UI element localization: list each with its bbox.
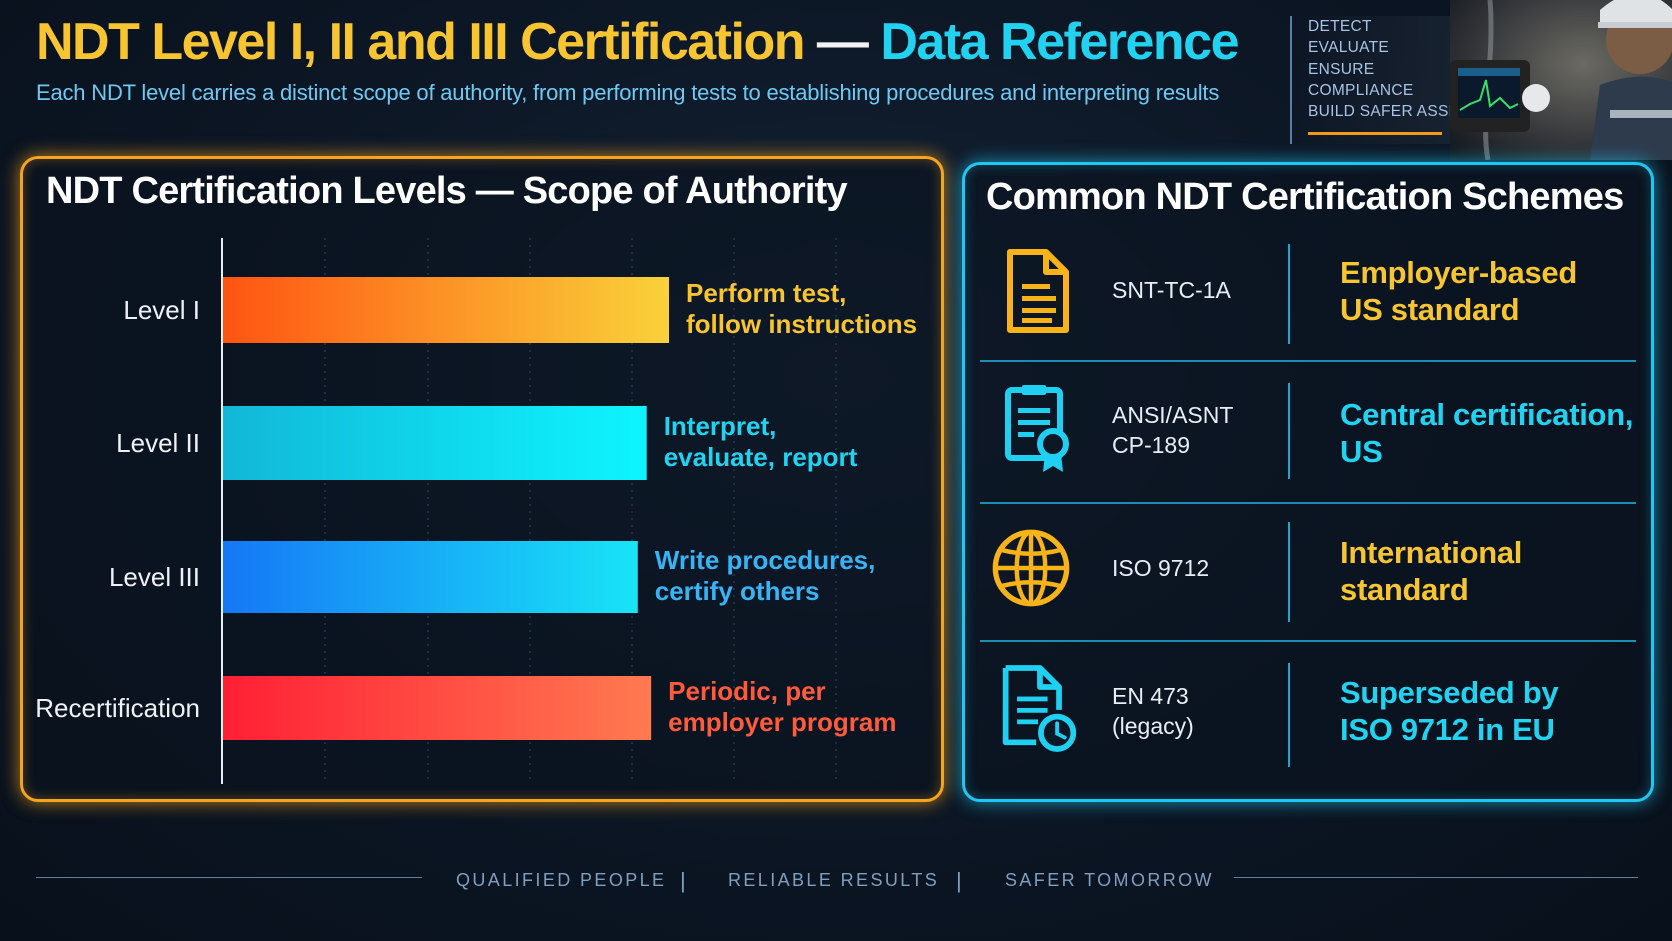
scheme-description: Employer-based US standard [1340, 254, 1577, 328]
scheme-description: Superseded by ISO 9712 in EU [1340, 674, 1559, 748]
bar-level-ii [223, 406, 647, 480]
scheme-name: ISO 9712 [1112, 553, 1209, 583]
bar-annotation: certify others [655, 576, 820, 606]
document-clock-icon [1002, 665, 1077, 752]
scheme-desc-line: International [1340, 535, 1523, 570]
category-label: Level I [123, 295, 200, 325]
scheme-name-line: ISO 9712 [1112, 555, 1210, 581]
bar-recertification [223, 676, 652, 740]
scheme-desc-line: Superseded by [1340, 675, 1559, 710]
schemes-panel-title: Common NDT Certification Schemes [986, 176, 1624, 218]
scheme-desc-line: US [1340, 434, 1383, 469]
certificate-icon [1005, 385, 1069, 472]
scheme-name-line: CP-189 [1112, 432, 1190, 458]
globe-icon [992, 529, 1070, 607]
bar-annotation: evaluate, report [664, 442, 858, 472]
document-icon [1007, 249, 1069, 333]
footer-item: RELIABLE RESULTS [728, 870, 940, 890]
scheme-row-divider [980, 360, 1636, 362]
footer-item: SAFER TOMORROW [1005, 870, 1214, 890]
scheme-desc-line: Employer-based [1340, 255, 1577, 290]
scheme-divider [1288, 244, 1290, 344]
scheme-row-divider [980, 502, 1636, 504]
bar-annotation: Write procedures, [655, 545, 876, 575]
scheme-desc-line: ISO 9712 in EU [1340, 712, 1555, 747]
scheme-divider [1288, 522, 1290, 622]
category-label: Recertification [35, 693, 200, 723]
category-label: Level II [116, 428, 200, 458]
scheme-description: International standard [1340, 534, 1522, 608]
bar-annotation: follow instructions [686, 309, 917, 339]
scheme-name-line: SNT-TC-1A [1112, 277, 1231, 303]
footer-separator: | [680, 868, 686, 893]
scheme-row-divider [980, 640, 1636, 642]
bar-annotation: Perform test, [686, 278, 846, 308]
scheme-name-line: ANSI/ASNT [1112, 402, 1234, 428]
scheme-name-line: (legacy) [1112, 713, 1194, 739]
scheme-divider [1288, 383, 1290, 479]
bar-level-iii [223, 541, 638, 613]
scheme-name: SNT-TC-1A [1112, 275, 1231, 305]
scheme-description: Central certification, US [1340, 396, 1633, 470]
scheme-name-line: EN 473 [1112, 683, 1189, 709]
footer-item: QUALIFIED PEOPLE [456, 870, 667, 890]
bar-annotation: employer program [668, 707, 896, 737]
scheme-desc-line: standard [1340, 572, 1469, 607]
bar-annotation: Interpret, [664, 411, 777, 441]
scheme-divider [1288, 663, 1290, 767]
bar-level-i [223, 277, 669, 343]
footer-rule [36, 877, 422, 878]
scheme-name: EN 473 (legacy) [1112, 681, 1194, 741]
footer-separator: | [956, 868, 962, 893]
scheme-desc-line: Central certification, [1340, 397, 1634, 432]
bar-annotation: Periodic, per [668, 676, 826, 706]
scheme-name: ANSI/ASNT CP-189 [1112, 400, 1233, 460]
footer-rule [1234, 877, 1638, 878]
scheme-desc-line: US standard [1340, 292, 1520, 327]
category-label: Level III [109, 562, 200, 592]
